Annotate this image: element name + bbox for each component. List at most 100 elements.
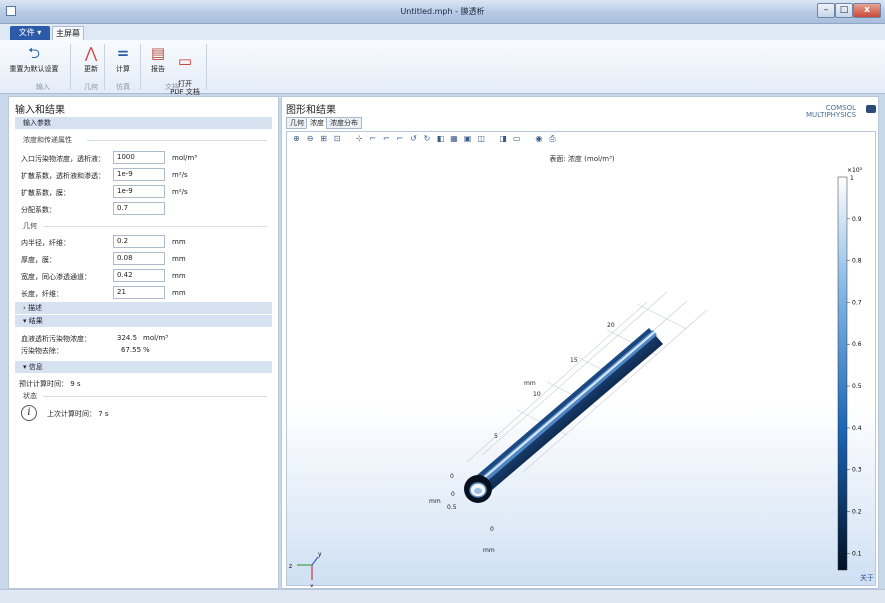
ribbon: ⮌ 重置为默认设置 ⋀ 更新 = 计算 ▤ 报告 ▭ 打开 PDF 文档 输入 … <box>0 40 885 96</box>
colorbar-tick-label: 0.6 <box>852 341 862 348</box>
group-divider <box>43 226 267 227</box>
geometry-update-icon: ⋀ <box>84 44 98 62</box>
tab-concentration-distribution[interactable]: 浓度分布 <box>326 117 362 129</box>
result-value: 324.5 <box>117 334 138 342</box>
last-compute-time: 上次计算时间： 7 s <box>47 410 109 418</box>
chevron-down-icon: ▾ <box>23 363 27 371</box>
window-title: Untitled.mph - 膜透析 <box>400 7 485 16</box>
chevron-down-icon: ▾ <box>23 317 27 325</box>
tab-geometry[interactable]: 几何 <box>286 117 308 129</box>
chevron-right-icon: › <box>23 304 26 312</box>
triad-label: y <box>318 551 322 558</box>
maximize-button[interactable]: □ <box>835 3 853 18</box>
ribbon-group-simulation: 仿真 <box>116 83 130 91</box>
diffusion-dialysate-input[interactable]: 1e-9 <box>113 168 165 181</box>
description-section[interactable]: › 描述 <box>15 302 272 314</box>
compute-icon: = <box>116 44 130 62</box>
partition-coefficient-input[interactable]: 0.7 <box>113 202 165 215</box>
section-label: 描述 <box>28 304 43 312</box>
compute-label: 计算 <box>116 65 130 73</box>
fiber-inner-radius-input[interactable]: 0.2 <box>113 235 165 248</box>
colorbar-tick-label: 0.8 <box>852 258 862 265</box>
results-section[interactable]: ▾ 结果 <box>15 315 272 327</box>
file-menu-tab[interactable]: 文件 ▾ <box>10 26 50 40</box>
param-unit: mm <box>172 238 186 246</box>
param-label: 长度，纤维： <box>21 290 63 298</box>
inputs-results-panel: 输入和结果 输入参数 浓度和传递属性 入口污染物浓度，透析液： 1000 mol… <box>8 96 279 589</box>
param-unit: m²/s <box>172 188 188 196</box>
expected-compute-time: 预计计算时间： 9 s <box>19 380 81 388</box>
tab-concentration[interactable]: 浓度 <box>306 117 328 129</box>
result-label: 血液透析污染物浓度： <box>21 335 91 343</box>
axis-tick-label: 0 <box>490 526 494 533</box>
input-parameters-section[interactable]: 输入参数 <box>15 117 272 129</box>
ribbon-group-documentation: 文档 <box>165 83 179 91</box>
home-tab[interactable]: 主屏幕 <box>52 26 84 41</box>
ribbon-separator <box>206 44 207 90</box>
group-title-properties: 浓度和传递属性 <box>23 136 72 144</box>
colorbar-tick-label: 0.2 <box>852 508 862 515</box>
axis-unit-label: mm <box>483 547 495 554</box>
group-title-status: 状态 <box>23 392 37 400</box>
param-unit: m²/s <box>172 171 188 179</box>
concentration-plot: 20 15 10 5 0 0 0.5 0 mm mm mm z x y ×10³… <box>289 167 863 587</box>
membrane-thickness-input[interactable]: 0.08 <box>113 252 165 265</box>
triad-label: z <box>289 563 292 570</box>
group-title-geometry: 几何 <box>23 222 37 230</box>
axis-unit-label: mm <box>429 498 441 505</box>
colorbar-tick-label: 0.5 <box>852 383 862 390</box>
graphics-window[interactable]: ⊕ ⊖ ⊞ ⊡ ⊹ ⌐ ⌐ ⌐ ↺ ↻ ◧ ▦ ▣ ◫ ◨ ▭ ◉ ⎙ 表面: … <box>286 131 876 587</box>
colorbar <box>837 176 848 571</box>
axis-tick-label: 20 <box>607 322 615 329</box>
inlet-concentration-input[interactable]: 1000 <box>113 151 165 164</box>
ribbon-separator <box>140 44 141 90</box>
panel-title: 图形和结果 <box>286 105 336 116</box>
param-unit: mm <box>172 272 186 280</box>
colorbar-tick-label: 0.3 <box>852 467 862 474</box>
param-label: 扩散系数，透析液和渗透： <box>21 172 105 180</box>
fiber-length-input[interactable]: 21 <box>113 286 165 299</box>
param-unit: mm <box>172 289 186 297</box>
diffusion-membrane-input[interactable]: 1e-9 <box>113 185 165 198</box>
channel-width-input[interactable]: 0.42 <box>113 269 165 282</box>
ribbon-group-input: 输入 <box>36 83 50 91</box>
triad-label: x <box>310 583 314 587</box>
colorbar-tick-label: 0.7 <box>852 299 862 306</box>
ribbon-group-geometry: 几何 <box>84 83 98 91</box>
compute-button[interactable]: = 计算 <box>110 44 136 74</box>
param-label: 内半径，纤维： <box>21 239 70 247</box>
ribbon-tabs: 文件 ▾ 主屏幕 <box>0 24 885 41</box>
axis-tick-label: 15 <box>570 357 578 364</box>
update-geometry-label: 更新 <box>84 65 98 73</box>
color-legend: ×10³ 1 0.9 0.8 0.7 0.6 0.5 0.4 0.3 0.2 0.1 <box>837 167 863 571</box>
colorbar-tick-label: 0.4 <box>852 425 862 432</box>
graphics-results-panel: 图形和结果 COMSOL MULTIPHYSICS 几何 浓度 浓度分布 ⊕ ⊖… <box>281 96 879 589</box>
param-label: 宽度，同心渗透通道： <box>21 273 91 281</box>
section-label: 结果 <box>28 317 43 325</box>
axis-tick-label: 0.5 <box>447 504 457 511</box>
param-label: 厚度，膜： <box>21 256 56 264</box>
information-section[interactable]: ▾ 信息 <box>15 361 272 373</box>
param-unit: mol/m³ <box>172 154 198 162</box>
axis-unit-label: mm <box>524 380 536 387</box>
comsol-logo-mark-icon <box>866 105 876 113</box>
param-label: 入口污染物浓度，透析液： <box>21 155 105 163</box>
hollow-fiber-geometry <box>464 328 663 503</box>
close-button[interactable]: x <box>853 3 881 18</box>
minimize-button[interactable]: – <box>817 3 835 18</box>
axis-tick-label: 10 <box>533 391 541 398</box>
reset-defaults-label: 重置为默认设置 <box>9 65 59 73</box>
ribbon-separator <box>70 44 71 90</box>
update-geometry-button[interactable]: ⋀ 更新 <box>78 44 104 74</box>
reset-defaults-button[interactable]: ⮌ 重置为默认设置 <box>8 44 60 74</box>
panel-title: 输入和结果 <box>15 105 65 116</box>
colorbar-tick-label: 0.9 <box>852 216 862 223</box>
result-unit: mol/m³ <box>143 334 169 342</box>
axis-triad: z x y <box>289 551 322 587</box>
ribbon-separator <box>104 44 105 90</box>
report-label: 报告 <box>151 65 165 73</box>
pdf-icon: ▭ <box>177 52 193 70</box>
axis-tick-label: 0 <box>450 473 454 480</box>
about-link[interactable]: 关于 <box>860 573 874 583</box>
result-value: 67.55 <box>121 346 142 354</box>
